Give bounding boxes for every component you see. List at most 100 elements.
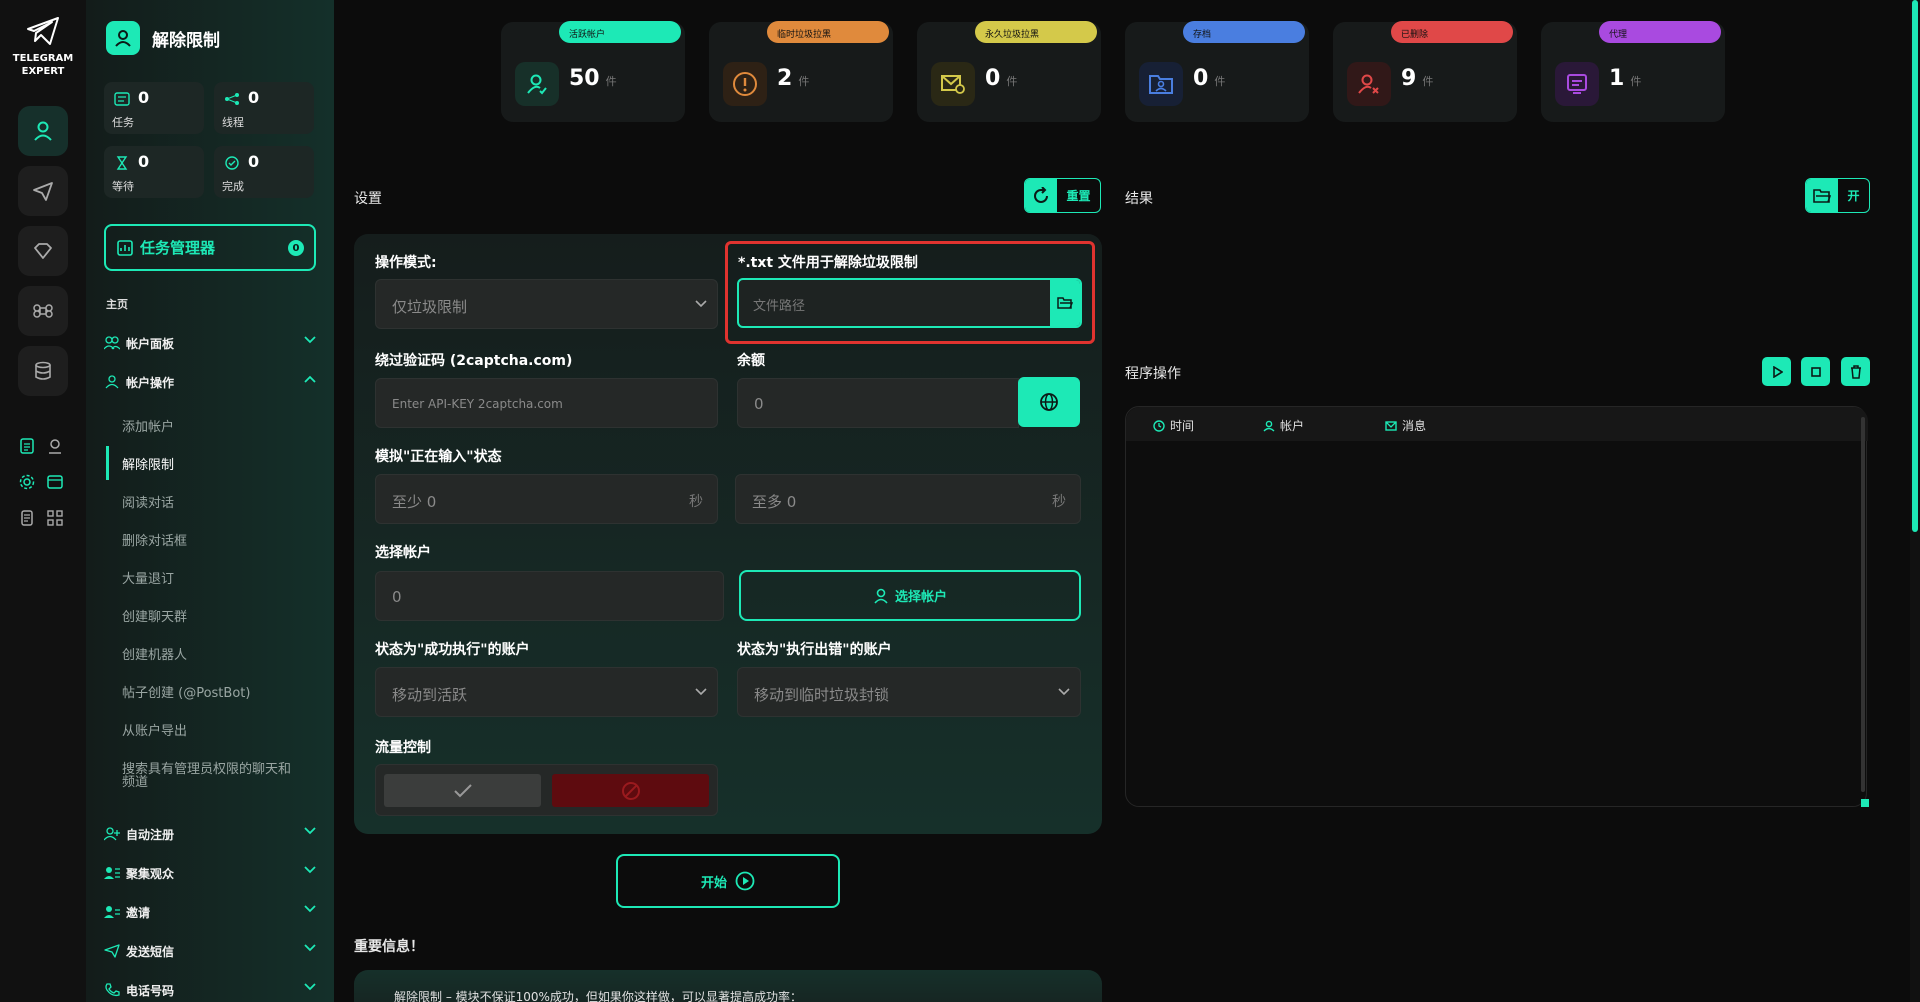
stat-temp-spamblock[interactable]: 临时垃圾拉黑 2件	[709, 22, 893, 122]
trash-icon	[1850, 365, 1862, 379]
stat-label: 等待	[112, 178, 134, 194]
log-table-header: 时间 帐户 消息	[1126, 407, 1868, 441]
user-plus-icon	[104, 827, 120, 841]
log-col-message: 消息	[1385, 417, 1426, 434]
stat-label: 线程	[222, 114, 244, 130]
rail-send-button[interactable]	[18, 166, 68, 216]
check-balance-button[interactable]	[1018, 377, 1080, 427]
user-icon	[104, 375, 120, 389]
play-button[interactable]	[1762, 357, 1791, 386]
chevron-down-icon	[304, 944, 316, 952]
stat-deleted[interactable]: 已删除 9件	[1333, 22, 1517, 122]
grid-icon[interactable]	[46, 509, 64, 527]
nav-group-label: 帐户操作	[126, 374, 174, 391]
browser-icon[interactable]	[46, 473, 64, 491]
chart-doc-icon[interactable]	[18, 437, 36, 455]
clear-log-button[interactable]	[1841, 357, 1870, 386]
settings-icon[interactable]	[18, 473, 36, 491]
nav-read-dialogs[interactable]: 阅读对话	[122, 497, 302, 510]
location-user-icon[interactable]	[46, 437, 64, 455]
important-info-title: 重要信息！	[354, 936, 424, 956]
stat-value: 9	[1401, 66, 1416, 91]
stat-value: 0	[138, 152, 149, 171]
nav-group-gather-audience[interactable]: 聚集观众	[104, 862, 316, 884]
highlight-box	[725, 241, 1095, 344]
balance-value: 0	[754, 395, 764, 413]
nav-mass-unsubscribe[interactable]: 大量退订	[122, 573, 302, 586]
stat-value-wrap: 9件	[1401, 66, 1433, 91]
phone-icon	[104, 983, 120, 997]
typing-min-input[interactable]: 至少 0 秒	[375, 474, 718, 524]
stat-value-wrap: 0件	[1193, 66, 1225, 91]
error-action-select[interactable]: 移动到临时垃圾封锁	[737, 667, 1081, 717]
nav-delete-dialogs[interactable]: 删除对话框	[122, 535, 302, 548]
nav-group-label: 自动注册	[126, 826, 174, 843]
error-action-value: 移动到临时垃圾封锁	[754, 684, 889, 705]
reset-label: 重置	[1057, 179, 1100, 212]
captcha-api-key-input[interactable]: Enter API-KEY 2captcha.com	[375, 378, 718, 428]
send-icon	[32, 180, 54, 202]
document-icon[interactable]	[18, 509, 36, 527]
nav-export-accounts[interactable]: 从账户导出	[122, 725, 302, 738]
important-info-panel: 解除限制 – 模块不保证100%成功，但如果你这样做，可以显著提高成功率：	[354, 970, 1102, 1002]
stat-card-tasks: 0 任务	[104, 82, 204, 134]
nav-group-auto-register[interactable]: 自动注册	[104, 823, 316, 845]
open-results-button[interactable]: 开	[1805, 178, 1870, 213]
nav-group-phone-numbers[interactable]: 电话号码	[104, 979, 316, 1001]
flow-disable-button[interactable]	[552, 774, 709, 807]
nav-create-bot[interactable]: 创建机器人	[122, 649, 302, 662]
stop-button[interactable]	[1801, 357, 1830, 386]
nav-group-label: 电话号码	[126, 982, 174, 999]
log-col-account: 帐户	[1263, 417, 1304, 434]
select-accounts-button[interactable]: 选择帐户	[739, 570, 1081, 621]
nav-group-invite[interactable]: 邀请	[104, 901, 316, 923]
mode-label: 操作模式:	[375, 252, 437, 272]
stat-value: 1	[1609, 66, 1624, 91]
stat-pill: 代理	[1599, 21, 1721, 43]
users-list-icon	[104, 866, 120, 880]
mode-select[interactable]: 仅垃圾限制	[375, 279, 718, 329]
rail-accounts-button[interactable]	[18, 106, 68, 156]
nav-group-account-ops[interactable]: 帐户操作	[104, 371, 316, 393]
rail-command-button[interactable]	[18, 286, 68, 336]
reset-button[interactable]: 重置	[1024, 178, 1101, 213]
chevron-down-icon	[304, 866, 316, 874]
nav-add-account[interactable]: 添加帐户	[122, 421, 302, 434]
captcha-label: 绕过验证码 (2captcha.com)	[375, 350, 572, 370]
page-scrollbar-thumb[interactable]	[1912, 0, 1918, 532]
stat-unit: 件	[1214, 75, 1225, 88]
nav-search-admin-chats[interactable]: 搜索具有管理员权限的聊天和频道	[122, 763, 294, 789]
start-button[interactable]: 开始	[616, 854, 840, 908]
nav-create-group[interactable]: 创建聊天群	[122, 611, 302, 624]
success-action-select[interactable]: 移动到活跃	[375, 667, 718, 717]
folder-user-icon	[1139, 62, 1183, 106]
log-col-label: 时间	[1170, 417, 1194, 434]
task-manager-button[interactable]: 任务管理器 0	[104, 224, 316, 271]
nav-group-send-sms[interactable]: 发送短信	[104, 940, 316, 962]
flow-control-toggle	[375, 764, 718, 816]
user-icon	[1263, 420, 1275, 432]
chevron-down-icon	[695, 688, 707, 696]
warning-icon	[723, 62, 767, 106]
nav-post-create[interactable]: 帖子创建 (@PostBot)	[122, 687, 302, 700]
page-scrollbar[interactable]	[1910, 0, 1920, 1002]
stat-proxy[interactable]: 代理 1件	[1541, 22, 1725, 122]
nav-group-account-panel[interactable]: 帐户面板	[104, 332, 316, 354]
resize-handle[interactable]	[1861, 799, 1869, 807]
stat-perm-spamblock[interactable]: 永久垃圾拉黑 0件	[917, 22, 1101, 122]
stat-archive[interactable]: 存档 0件	[1125, 22, 1309, 122]
stat-active-accounts[interactable]: 活跃帐户 50件	[501, 22, 685, 122]
nav-unlock-restriction[interactable]: 解除限制	[122, 459, 302, 472]
stat-value-wrap: 0件	[985, 66, 1017, 91]
rail-database-button[interactable]	[18, 346, 68, 396]
log-scrollbar[interactable]	[1861, 417, 1865, 792]
nav-group-label: 聚集观众	[126, 865, 174, 882]
flow-enable-button[interactable]	[384, 774, 541, 807]
log-col-label: 帐户	[1280, 417, 1304, 434]
stat-pill: 活跃帐户	[559, 21, 681, 43]
rail-premium-button[interactable]	[18, 226, 68, 276]
seconds-unit: 秒	[1052, 491, 1066, 511]
select-accounts-label: 选择帐户	[895, 586, 947, 605]
check-icon	[453, 783, 473, 799]
typing-max-input[interactable]: 至多 0 秒	[735, 474, 1081, 524]
